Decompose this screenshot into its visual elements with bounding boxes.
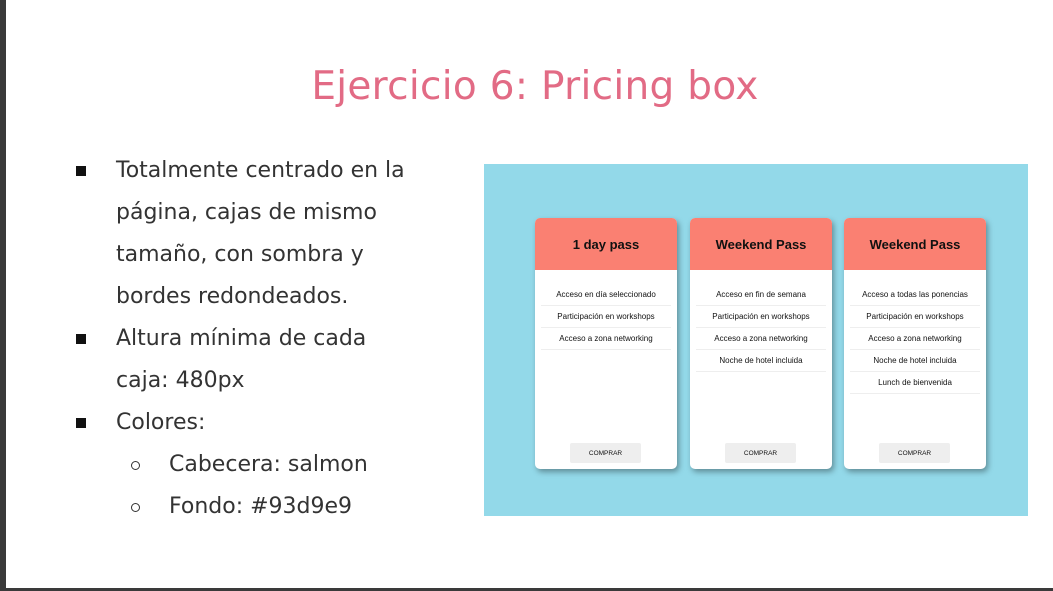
pricing-card-title: 1 day pass <box>572 236 640 252</box>
buy-button[interactable]: COMPRAR <box>879 443 950 463</box>
square-bullet-icon <box>76 418 86 428</box>
pricing-card: Weekend Pass Acceso en fin de semana Par… <box>690 218 832 469</box>
bullet-item: Altura mínima de cada caja: 480px <box>72 318 452 402</box>
bullet-line: página, cajas de mismo <box>116 200 377 225</box>
feature-list: Acceso a todas las ponencias Participaci… <box>844 284 986 394</box>
bullet-item: Totalmente centrado en la página, cajas … <box>72 150 452 318</box>
pricing-preview-image: 1 day pass Acceso en día seleccionado Pa… <box>484 164 1028 516</box>
slide-title: Ejercicio 6: Pricing box <box>311 64 759 109</box>
feature-item: Acceso en día seleccionado <box>541 284 671 306</box>
pricing-card: Weekend Pass Acceso a todas las ponencia… <box>844 218 986 469</box>
feature-item: Acceso en fin de semana <box>696 284 826 306</box>
circle-bullet-icon <box>131 503 140 512</box>
feature-item: Participación en workshops <box>541 306 671 328</box>
sub-bullet-text: Fondo: #93d9e9 <box>169 494 353 519</box>
pricing-card-title: Weekend Pass <box>869 236 961 252</box>
bullet-item: Colores: <box>72 402 452 444</box>
feature-list: Acceso en día seleccionado Participación… <box>535 284 677 350</box>
feature-item: Participación en workshops <box>850 306 980 328</box>
sub-bullet-text: Cabecera: salmon <box>169 452 368 477</box>
pricing-card-header: 1 day pass <box>535 218 677 270</box>
bullet-line: Altura mínima de cada <box>116 326 367 351</box>
bullet-line: tamaño, con sombra y <box>116 242 364 267</box>
bullet-line: Totalmente centrado en la <box>116 158 405 183</box>
feature-item: Acceso a zona networking <box>850 328 980 350</box>
feature-item: Noche de hotel incluida <box>696 350 826 372</box>
feature-item: Participación en workshops <box>696 306 826 328</box>
buy-button[interactable]: COMPRAR <box>725 443 796 463</box>
buy-button[interactable]: COMPRAR <box>570 443 641 463</box>
feature-item: Lunch de bienvenida <box>850 372 980 394</box>
feature-item: Noche de hotel incluida <box>850 350 980 372</box>
sub-bullet-item: Cabecera: salmon <box>72 444 452 486</box>
square-bullet-icon <box>76 334 86 344</box>
feature-list: Acceso en fin de semana Participación en… <box>690 284 832 372</box>
bullet-line: caja: 480px <box>116 368 245 393</box>
bullet-line: Colores: <box>116 410 206 435</box>
bullet-line: bordes redondeados. <box>116 284 349 309</box>
pricing-card-header: Weekend Pass <box>690 218 832 270</box>
pricing-card-title: Weekend Pass <box>715 236 807 252</box>
circle-bullet-icon <box>131 461 140 470</box>
square-bullet-icon <box>76 166 86 176</box>
feature-item: Acceso a zona networking <box>541 328 671 350</box>
feature-item: Acceso a todas las ponencias <box>850 284 980 306</box>
bullet-list: Totalmente centrado en la página, cajas … <box>72 150 452 528</box>
pricing-card: 1 day pass Acceso en día seleccionado Pa… <box>535 218 677 469</box>
sub-bullet-item: Fondo: #93d9e9 <box>72 486 452 528</box>
pricing-card-header: Weekend Pass <box>844 218 986 270</box>
feature-item: Acceso a zona networking <box>696 328 826 350</box>
